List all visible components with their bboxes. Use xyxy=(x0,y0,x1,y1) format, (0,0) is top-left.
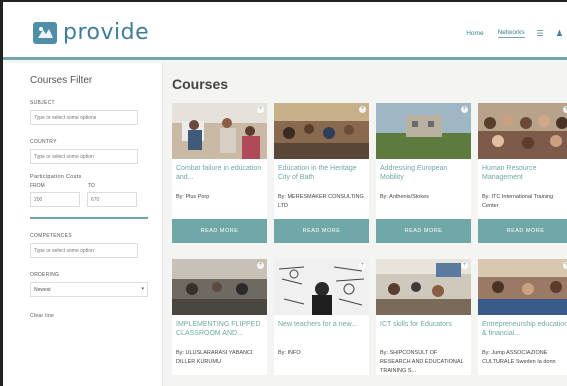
course-image[interactable]: + xyxy=(478,259,567,315)
page-title: Courses xyxy=(172,76,229,92)
from-label: FROM xyxy=(30,183,45,189)
nav-home-link[interactable]: Home xyxy=(466,30,483,37)
course-image[interactable]: + xyxy=(478,103,567,159)
course-title[interactable]: Human Resource Management xyxy=(478,159,567,193)
provide-logo[interactable]: provide xyxy=(33,20,149,45)
read-more-button[interactable]: READ MORE xyxy=(478,219,567,243)
course-provider: By: MERESMAKER CONSULTING LTD xyxy=(278,194,364,209)
participation-costs-label: Participation Costs xyxy=(30,174,82,180)
menu-icon[interactable]: ☰ xyxy=(537,29,544,38)
course-provider: By: SHIPCONSULT OF RESEARCH AND EDUCATIO… xyxy=(380,350,464,374)
course-card[interactable]: + IMPLEMENTING FLIPPED CLASSROOM AND... … xyxy=(172,259,267,375)
course-card[interactable]: + Entrepreneurship education & financial… xyxy=(478,259,567,375)
chevron-down-icon: ▾ xyxy=(141,286,144,292)
course-card[interactable]: + Human Resource Management By: ITC Inte… xyxy=(478,103,567,243)
course-card[interactable]: + Combat failure in education and... By:… xyxy=(172,103,267,243)
course-provider: By: ULUSLARARASI YABANCI DILLER KURUMU xyxy=(176,350,253,365)
course-card[interactable]: + Addressing European Mobility By: Anthe… xyxy=(376,103,471,243)
course-card[interactable]: + Education in the Heritage City of Bath… xyxy=(274,103,369,243)
courses-filter-sidebar: Courses Filter SUBJECT Type or select so… xyxy=(3,63,163,386)
add-icon[interactable]: + xyxy=(461,106,468,113)
course-card[interactable]: + ICT skills for Educators By: SHIPCONSU… xyxy=(376,259,471,375)
main-nav: Home Networks ☰ ♟ xyxy=(452,29,563,38)
logo-text: provide xyxy=(63,20,150,45)
courses-main: Courses + Combat failure in education an… xyxy=(172,63,567,375)
add-icon[interactable]: + xyxy=(359,106,366,113)
competences-label: COMPETENCES xyxy=(30,233,72,239)
course-provider: By: Anthenis/Stokes xyxy=(380,194,429,200)
filter-title: Courses Filter xyxy=(30,75,93,86)
read-more-button[interactable]: READ MORE xyxy=(376,219,471,243)
course-image[interactable]: + xyxy=(376,103,471,159)
course-title[interactable]: Education in the Heritage City of Bath xyxy=(274,159,369,193)
ordering-value: Newest xyxy=(34,287,51,293)
course-title[interactable]: IMPLEMENTING FLIPPED CLASSROOM AND... xyxy=(172,315,267,349)
course-card[interactable]: + New teachers for a new... By: INFO xyxy=(274,259,369,375)
top-header: provide Home Networks ☰ ♟ xyxy=(3,2,567,60)
cost-to-input[interactable]: 670 xyxy=(87,192,137,207)
add-icon[interactable]: + xyxy=(461,262,468,269)
competences-input[interactable]: Type or select some option xyxy=(30,243,138,258)
add-icon[interactable]: + xyxy=(257,262,264,269)
read-more-button[interactable]: READ MORE xyxy=(172,219,267,243)
add-icon[interactable]: + xyxy=(359,262,366,269)
cost-from-input[interactable]: 200 xyxy=(30,192,80,207)
course-title[interactable]: Addressing European Mobility xyxy=(376,159,471,193)
course-provider: By: ITC International Training Center xyxy=(482,194,554,209)
add-icon[interactable]: + xyxy=(257,106,264,113)
subject-label: SUBJECT xyxy=(30,100,55,106)
country-label: COUNTRY xyxy=(30,139,57,145)
course-title[interactable]: Combat failure in education and... xyxy=(172,159,267,193)
course-title[interactable]: ICT skills for Educators xyxy=(376,315,471,349)
course-title[interactable]: New teachers for a new... xyxy=(274,315,369,349)
course-image[interactable]: + xyxy=(172,103,267,159)
course-image[interactable]: + xyxy=(172,259,267,315)
cost-range-slider[interactable] xyxy=(30,217,148,219)
ordering-label: ORDERING xyxy=(30,272,60,278)
course-image[interactable]: + xyxy=(376,259,471,315)
course-image[interactable]: + xyxy=(274,103,369,159)
add-icon[interactable]: + xyxy=(563,262,567,269)
user-icon[interactable]: ♟ xyxy=(556,29,563,38)
read-more-button[interactable]: READ MORE xyxy=(274,219,369,243)
nav-networks-link[interactable]: Networks xyxy=(497,29,525,38)
subject-input[interactable]: Type or select some options xyxy=(30,110,138,125)
course-provider: By: Jump ASSOCIAZIONE CULTURALE Sweden I… xyxy=(482,350,556,365)
course-title[interactable]: Entrepreneurship education & financial..… xyxy=(478,315,567,349)
add-icon[interactable]: + xyxy=(563,106,567,113)
ordering-select[interactable]: Newest ▾ xyxy=(30,282,148,297)
to-label: TO xyxy=(88,183,95,189)
course-provider: By: Plus Porp xyxy=(176,194,210,200)
country-input[interactable]: Type or select some option xyxy=(30,149,138,164)
provide-logo-icon xyxy=(33,21,57,44)
course-image[interactable]: + xyxy=(274,259,369,315)
clear-filter-link[interactable]: Clear line xyxy=(30,313,162,319)
course-provider: By: INFO xyxy=(278,350,301,356)
